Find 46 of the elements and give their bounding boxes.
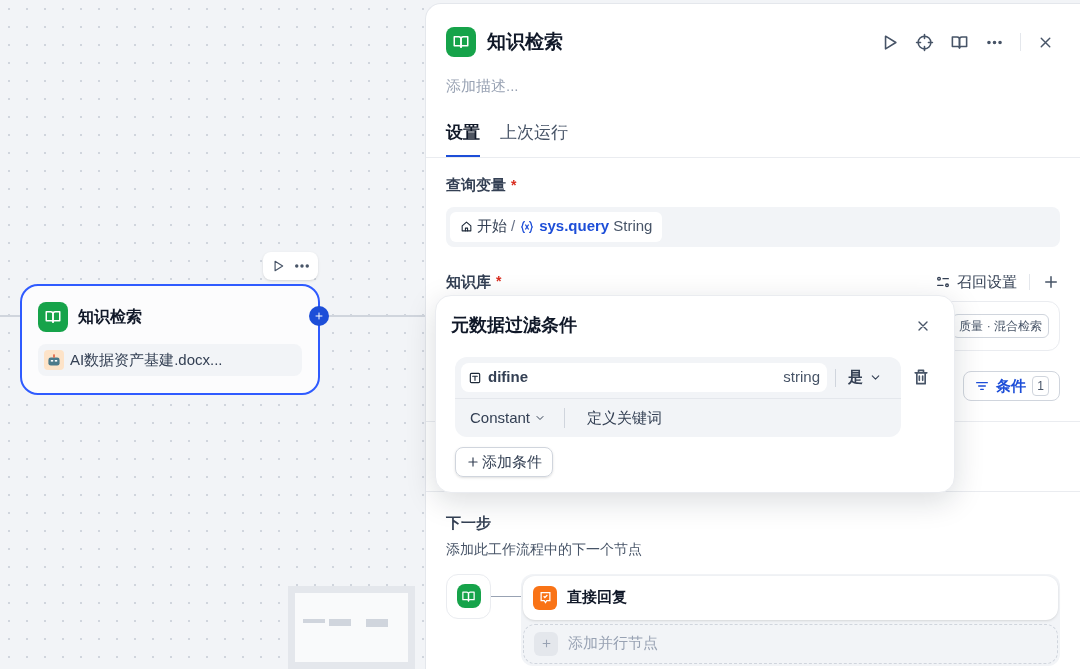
- workflow-node[interactable]: 知识检索 AI数据资产基建.docx...: [20, 284, 320, 395]
- crosshair-icon[interactable]: [915, 32, 934, 52]
- panel-title: 知识检索: [487, 29, 563, 54]
- add-node-button[interactable]: [309, 306, 329, 326]
- section-description: 添加此工作流程中的下一个节点: [446, 539, 643, 559]
- field-name: difine: [488, 367, 528, 388]
- node-title: 知识检索: [78, 307, 142, 327]
- condition-button[interactable]: 条件 1: [963, 371, 1060, 401]
- add-condition-button[interactable]: 添加条件: [455, 447, 553, 477]
- section-title: 下一步: [446, 513, 492, 533]
- description-field[interactable]: 添加描述...: [446, 75, 1060, 98]
- node-name: 开始: [477, 216, 507, 237]
- book-icon: [38, 302, 68, 332]
- book-icon: [456, 584, 481, 608]
- dataset-name: AI数据资产基建.docx...: [70, 349, 223, 370]
- path-separator: /: [511, 216, 516, 237]
- tab[interactable]: 上次运行: [500, 119, 568, 157]
- variable-name: sys.query: [539, 216, 610, 237]
- plus-icon: [313, 310, 325, 322]
- variable-field[interactable]: 开始 / sys.query String: [446, 206, 1060, 247]
- next-node-card[interactable]: 直接回复: [523, 575, 1058, 620]
- required-mark: *: [496, 272, 502, 292]
- robot-icon: [44, 350, 64, 370]
- value-type-select[interactable]: Constant: [470, 406, 547, 430]
- plus-icon: [534, 631, 558, 656]
- metadata-field[interactable]: difine string: [461, 363, 827, 392]
- home-icon: [460, 220, 473, 233]
- field-type: string: [783, 367, 820, 388]
- required-mark: *: [511, 175, 517, 195]
- value-field[interactable]: 定义关键词: [587, 406, 886, 430]
- field-label: 查询变量: [446, 175, 506, 195]
- count-badge: 1: [1032, 376, 1049, 396]
- variable-icon: [519, 218, 536, 235]
- plus-icon: [466, 455, 480, 469]
- reply-icon: [533, 585, 557, 610]
- book-icon: [446, 27, 476, 57]
- field-label: 知识库: [446, 271, 491, 292]
- trash-icon[interactable]: [911, 367, 931, 387]
- node-title: 直接回复: [567, 587, 627, 608]
- condition-label: 条件: [996, 375, 1027, 396]
- variable-type: String: [613, 216, 653, 237]
- operator-select[interactable]: 是: [848, 366, 882, 389]
- text-type-icon: [468, 370, 482, 385]
- recall-settings-button[interactable]: 召回设置: [935, 270, 1017, 293]
- popup-title: 元数据过滤条件: [451, 314, 577, 337]
- tab[interactable]: 设置: [446, 119, 480, 157]
